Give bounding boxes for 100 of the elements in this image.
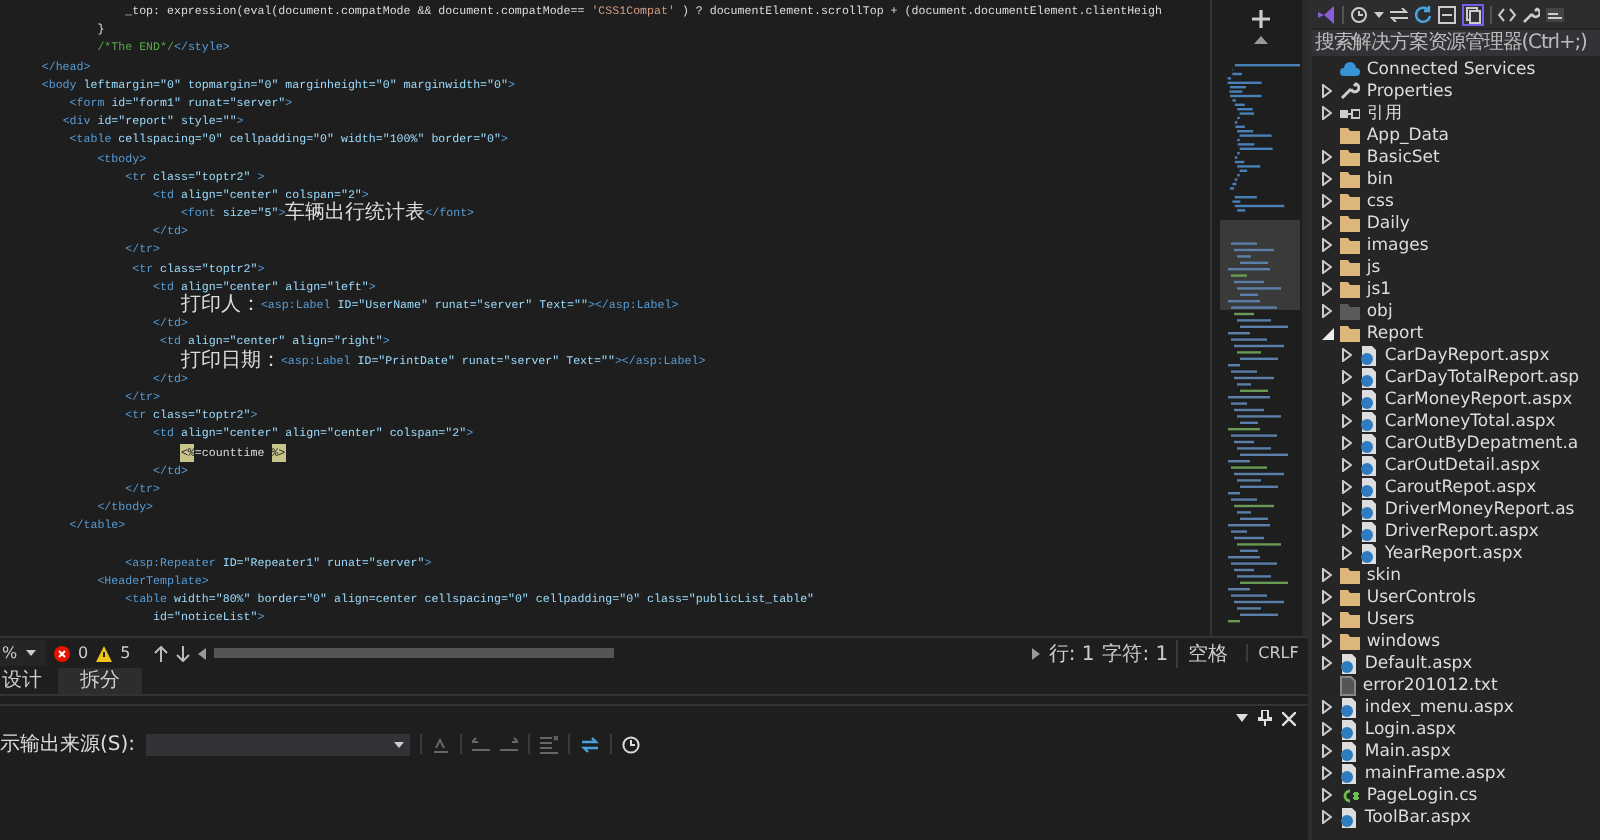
tree-item[interactable]: App_Data: [1312, 124, 1600, 146]
arrow-up-icon[interactable]: [154, 645, 169, 661]
scroll-up-icon[interactable]: [1253, 36, 1268, 44]
tree-item[interactable]: UserControls: [1312, 586, 1600, 608]
tree-item[interactable]: CaroutRepot.aspx: [1312, 476, 1600, 498]
expand-arrow-icon[interactable]: [1342, 436, 1353, 450]
preview-icon[interactable]: [1546, 5, 1565, 23]
sync-icon[interactable]: [1390, 7, 1409, 21]
expand-arrow-icon[interactable]: [1322, 810, 1333, 824]
tree-item[interactable]: skin: [1312, 564, 1600, 586]
output-source-label: 示输出来源(S):: [0, 731, 136, 758]
expand-arrow-icon[interactable]: [1322, 722, 1333, 736]
expand-arrow-icon[interactable]: [1342, 546, 1353, 560]
arrow-down-icon[interactable]: [176, 645, 191, 661]
tree-item[interactable]: error201012.txt: [1312, 674, 1600, 696]
tree-item[interactable]: BasicSet: [1312, 146, 1600, 168]
tree-item[interactable]: images: [1312, 234, 1600, 256]
expand-arrow-icon[interactable]: [1322, 590, 1333, 604]
tree-item[interactable]: css: [1312, 190, 1600, 212]
expand-arrow-icon[interactable]: [1342, 348, 1353, 362]
close-icon[interactable]: [1282, 711, 1297, 725]
zoom-dropdown[interactable]: %: [0, 640, 46, 666]
expand-arrow-icon[interactable]: [1322, 304, 1333, 318]
tree-item[interactable]: js: [1312, 256, 1600, 278]
view-tab[interactable]: 拆分: [58, 668, 142, 694]
line-indicator[interactable]: 行: 1: [1048, 639, 1095, 667]
expand-arrow-icon[interactable]: [1322, 84, 1333, 98]
tree-item[interactable]: DriverReport.aspx: [1312, 520, 1600, 542]
expand-arrow-icon[interactable]: [1322, 744, 1333, 758]
expand-arrow-icon[interactable]: [1342, 458, 1353, 472]
error-count[interactable]: 0: [78, 644, 89, 662]
clock-icon[interactable]: [621, 735, 640, 753]
expand-arrow-icon[interactable]: [1322, 194, 1333, 208]
expand-arrow-icon[interactable]: [1322, 260, 1333, 274]
tree-item[interactable]: Main.aspx: [1312, 740, 1600, 762]
tree-item[interactable]: Report: [1312, 322, 1600, 344]
previous-icon[interactable]: [471, 735, 490, 753]
clear-icon[interactable]: [539, 735, 558, 753]
indent-indicator[interactable]: 空格: [1176, 639, 1239, 667]
tree-item[interactable]: 引用: [1312, 102, 1600, 124]
word-wrap-icon[interactable]: [579, 735, 600, 753]
expand-arrow-icon[interactable]: [1322, 656, 1333, 670]
scroll-left-icon[interactable]: [198, 647, 207, 659]
expand-arrow-icon[interactable]: [1322, 150, 1333, 164]
collapse-all-icon[interactable]: [1438, 5, 1457, 23]
tree-item[interactable]: CarOutByDepatment.a: [1312, 432, 1600, 454]
expand-arrow-icon[interactable]: [1322, 612, 1333, 626]
wrench-icon[interactable]: [1522, 5, 1541, 23]
expand-arrow-icon[interactable]: [1342, 370, 1353, 384]
tree-item[interactable]: Login.aspx: [1312, 718, 1600, 740]
tree-item[interactable]: Default.aspx: [1312, 652, 1600, 674]
expand-arrow-icon[interactable]: [1322, 216, 1333, 230]
expand-arrow-icon[interactable]: [1322, 700, 1333, 714]
expand-arrow-icon[interactable]: [1322, 282, 1333, 296]
tree-item[interactable]: obj: [1312, 300, 1600, 322]
tree-item[interactable]: CarDayReport.aspx: [1312, 344, 1600, 366]
expand-arrow-icon[interactable]: [1342, 502, 1353, 516]
history-icon[interactable]: [1350, 5, 1369, 23]
expand-arrow-icon[interactable]: [1322, 568, 1333, 582]
tree-item[interactable]: YearReport.aspx: [1312, 542, 1600, 564]
expand-arrow-icon[interactable]: [1322, 788, 1333, 802]
tree-item[interactable]: bin: [1312, 168, 1600, 190]
char-indicator[interactable]: 字符: 1: [1102, 639, 1169, 667]
warning-count[interactable]: 5: [120, 644, 131, 662]
next-icon[interactable]: [499, 735, 518, 753]
plus-icon[interactable]: [1251, 10, 1270, 28]
tree-item[interactable]: ToolBar.aspx: [1312, 806, 1600, 828]
tree-item[interactable]: PageLogin.cs: [1312, 784, 1600, 806]
expand-arrow-icon[interactable]: [1322, 238, 1333, 252]
expand-arrow-icon[interactable]: [1322, 172, 1333, 186]
tree-item[interactable]: CarOutDetail.aspx: [1312, 454, 1600, 476]
tree-item[interactable]: mainFrame.aspx: [1312, 762, 1600, 784]
expand-arrow-icon[interactable]: [1342, 480, 1353, 494]
vs-logo-icon[interactable]: [1318, 5, 1337, 23]
collapse-arrow-icon[interactable]: [1321, 327, 1334, 339]
tree-item[interactable]: index_menu.aspx: [1312, 696, 1600, 718]
copy-icon[interactable]: [1462, 3, 1485, 25]
find-icon[interactable]: [431, 735, 450, 753]
pin-icon[interactable]: [1258, 710, 1273, 726]
tree-item[interactable]: windows: [1312, 630, 1600, 652]
dropdown-icon[interactable]: [1236, 714, 1249, 722]
expand-arrow-icon[interactable]: [1342, 414, 1353, 428]
expand-arrow-icon[interactable]: [1322, 106, 1333, 120]
tree-item[interactable]: Properties: [1312, 80, 1600, 102]
tree-item[interactable]: DriverMoneyReport.as: [1312, 498, 1600, 520]
tree-item[interactable]: Users: [1312, 608, 1600, 630]
caret-icon[interactable]: [1374, 11, 1385, 17]
scroll-right-icon[interactable]: [1032, 647, 1041, 659]
tree-item[interactable]: js1: [1312, 278, 1600, 300]
tree-item[interactable]: CarDayTotalReport.asp: [1312, 366, 1600, 388]
expand-arrow-icon[interactable]: [1322, 766, 1333, 780]
tree-item[interactable]: CarMoneyReport.aspx: [1312, 388, 1600, 410]
code-icon[interactable]: [1498, 7, 1517, 21]
expand-arrow-icon[interactable]: [1342, 392, 1353, 406]
tree-item[interactable]: CarMoneyTotal.aspx: [1312, 410, 1600, 432]
expand-arrow-icon[interactable]: [1322, 634, 1333, 648]
tree-item[interactable]: Connected Services: [1312, 58, 1600, 80]
expand-arrow-icon[interactable]: [1342, 524, 1353, 538]
tree-item[interactable]: Daily: [1312, 212, 1600, 234]
refresh-icon[interactable]: [1414, 5, 1433, 23]
